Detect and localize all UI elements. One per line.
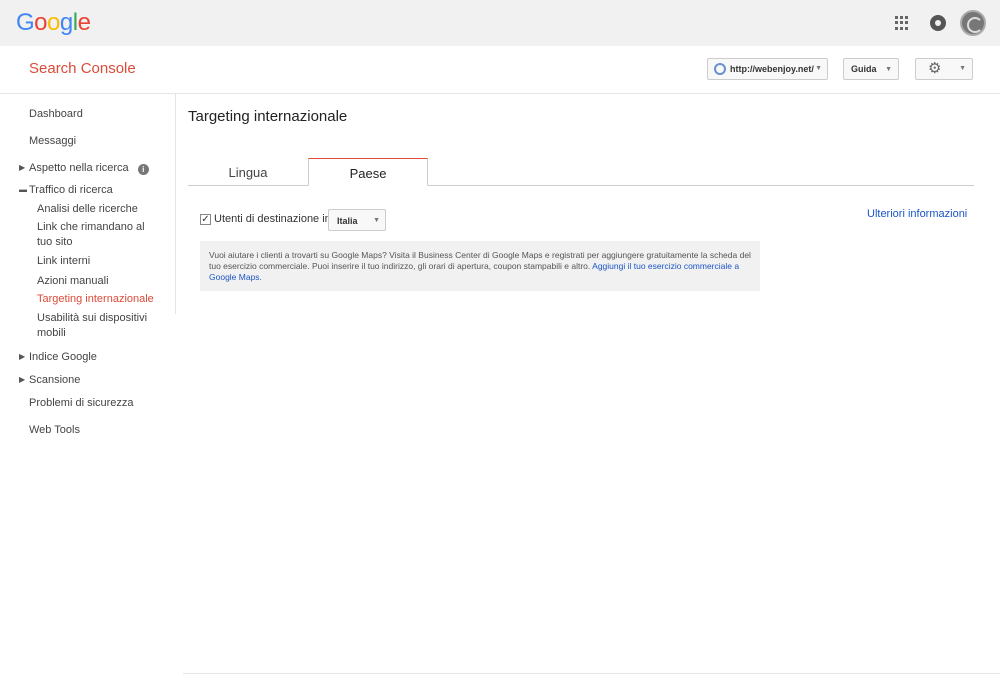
sidebar-item-google-index[interactable]: ▶ Indice Google — [19, 351, 97, 363]
help-button[interactable]: Guida ▼ — [843, 58, 899, 80]
sidebar-item-dashboard[interactable]: Dashboard — [29, 108, 83, 120]
sidebar-subitem-internal-links[interactable]: Link interni — [37, 254, 162, 269]
sidebar-subitem-manual-actions[interactable]: Azioni manuali — [37, 274, 162, 289]
page-title: Targeting internazionale — [188, 108, 348, 125]
chevron-down-icon: ▼ — [959, 65, 966, 72]
expand-arrow-icon: ▶ — [19, 163, 26, 172]
expand-arrow-icon: ▶ — [19, 352, 26, 361]
footer-divider — [183, 673, 1000, 674]
logo-letter: e — [77, 9, 91, 36]
google-maps-notice: Vuoi aiutare i clienti a trovarti su Goo… — [200, 241, 760, 291]
logo-letter: G — [16, 9, 35, 36]
sidebar-subitem-international-targeting[interactable]: Targeting internazionale — [37, 292, 162, 307]
sidebar-item-label: Indice Google — [29, 351, 97, 363]
country-select[interactable]: Italia ▼ — [328, 209, 386, 231]
collapse-arrow-icon: ▬ — [19, 185, 27, 194]
sidebar-item-search-appearance[interactable]: ▶ Aspetto nella ricerca i — [19, 162, 149, 175]
globe-icon — [714, 63, 726, 75]
sidebar-item-label: Aspetto nella ricerca — [29, 162, 129, 174]
country-value: Italia — [337, 216, 358, 226]
sidebar-item-web-tools[interactable]: Web Tools — [29, 424, 80, 436]
settings-button[interactable]: ⚙ ▼ — [915, 58, 973, 80]
chevron-down-icon: ▼ — [373, 217, 380, 224]
sidebar-item-security[interactable]: Problemi di sicurezza — [29, 397, 134, 409]
site-url: http://webenjoy.net/ — [730, 64, 814, 74]
sidebar-subitem-links-to-site[interactable]: Link che rimandano al tuo sito — [37, 220, 162, 250]
product-title[interactable]: Search Console — [29, 60, 136, 77]
sidebar-subitem-search-analytics[interactable]: Analisi delle ricerche — [37, 202, 162, 217]
sidebar-item-label: Scansione — [29, 374, 81, 386]
sidebar-item-label: Traffico di ricerca — [29, 184, 113, 196]
sidebar-item-crawl[interactable]: ▶ Scansione — [19, 374, 81, 386]
logo-letter: o — [47, 9, 60, 36]
account-avatar[interactable] — [960, 10, 986, 36]
gear-icon: ⚙ — [928, 60, 942, 77]
tab-country[interactable]: Paese — [308, 158, 428, 186]
sidebar-subitem-mobile-usability[interactable]: Usabilità sui dispositivi mobili — [37, 311, 162, 341]
google-logo[interactable]: Google — [16, 9, 91, 37]
notifications-icon[interactable] — [930, 15, 946, 31]
site-selector[interactable]: http://webenjoy.net/ ▼ — [707, 58, 828, 80]
target-users-checkbox[interactable]: ✓ — [200, 214, 211, 225]
help-label: Guida — [851, 64, 877, 74]
info-icon[interactable]: i — [137, 164, 149, 175]
more-info-link[interactable]: Ulteriori informazioni — [867, 208, 967, 220]
tab-language[interactable]: Lingua — [188, 158, 308, 186]
chevron-down-icon: ▼ — [815, 65, 822, 72]
google-top-bar: Google — [0, 0, 1000, 46]
product-header: Search Console http://webenjoy.net/ ▼ Gu… — [0, 46, 1000, 94]
logo-letter: g — [59, 9, 73, 36]
expand-arrow-icon: ▶ — [19, 375, 26, 384]
logo-letter: o — [34, 9, 48, 36]
apps-grid-icon[interactable] — [895, 16, 909, 30]
tab-bar: Lingua Paese — [188, 158, 974, 186]
chevron-down-icon: ▼ — [885, 66, 892, 73]
sidebar-item-messages[interactable]: Messaggi — [29, 135, 76, 147]
sidebar-item-search-traffic[interactable]: ▬ Traffico di ricerca — [19, 184, 113, 196]
target-users-label: Utenti di destinazione in: — [214, 213, 334, 225]
